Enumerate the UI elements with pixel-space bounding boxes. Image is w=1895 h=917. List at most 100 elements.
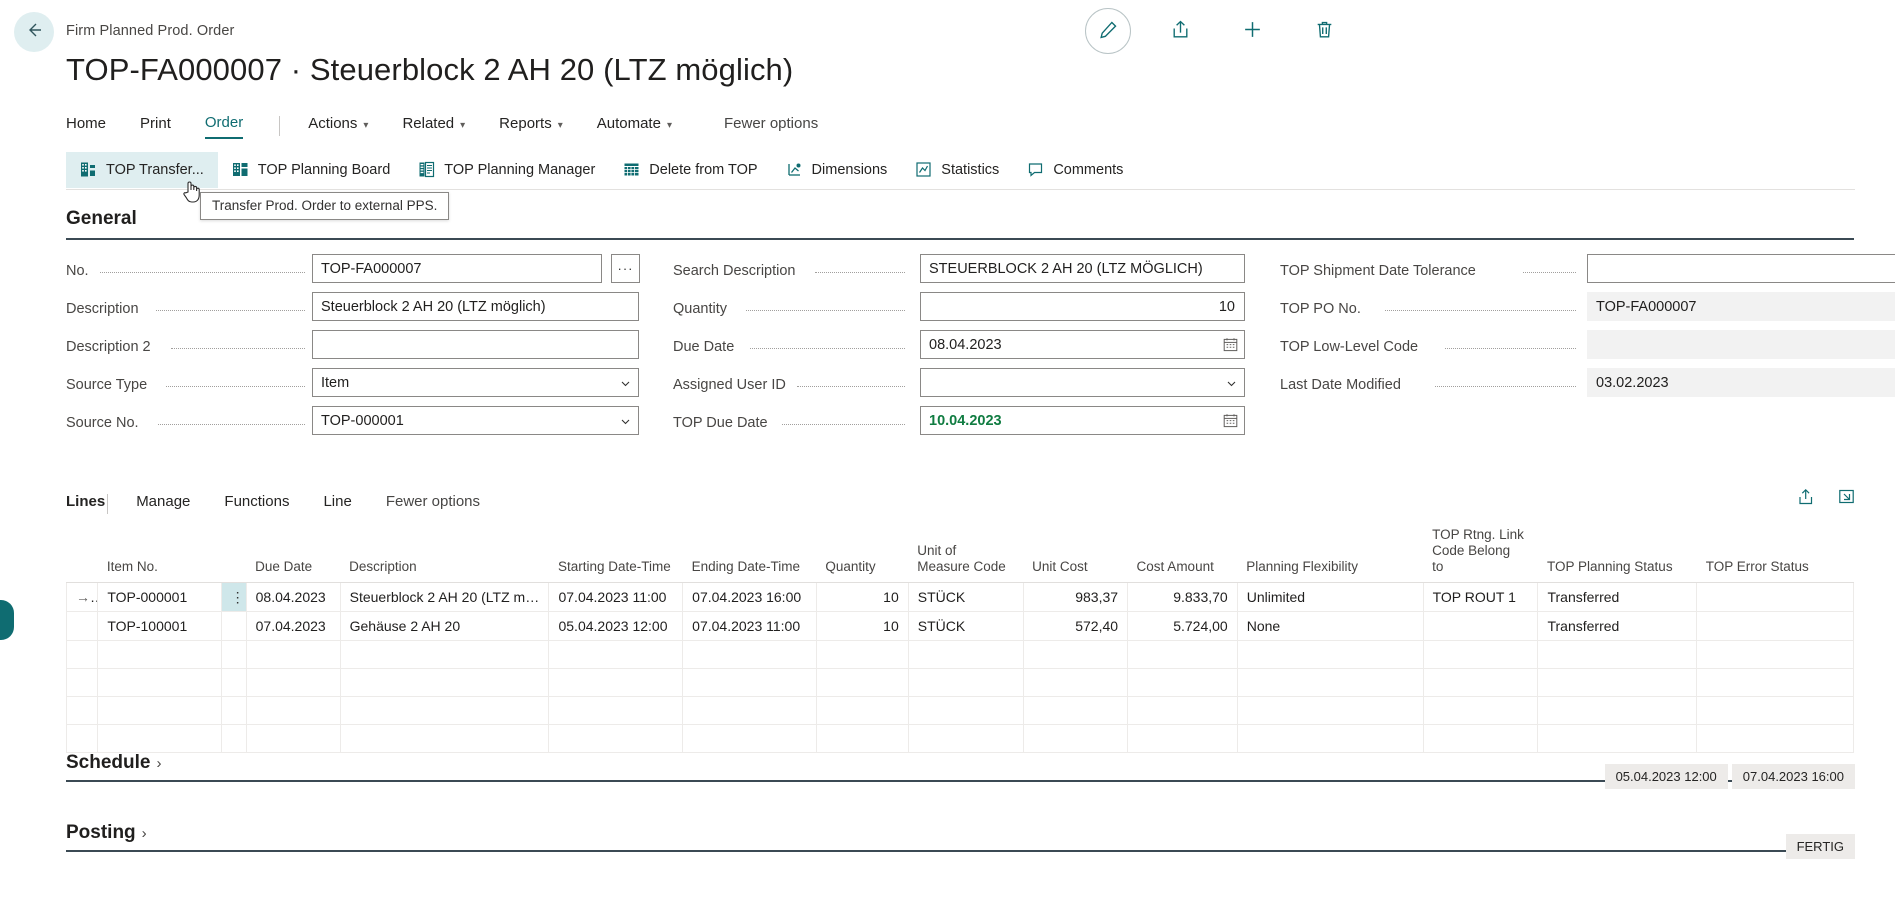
column-header-top-rtng-link-code[interactable]: TOP Rtng. Link Code Belong to: [1423, 520, 1538, 582]
cell-empty[interactable]: [816, 668, 908, 696]
cell-top-error-status[interactable]: [1697, 611, 1854, 640]
cell-planning-flexibility[interactable]: None: [1237, 611, 1423, 640]
table-row[interactable]: TOP-100001 07.04.2023 Gehäuse 2 AH 20 05…: [67, 611, 1854, 640]
cell-empty[interactable]: [908, 668, 1023, 696]
cell-cost-amount[interactable]: 5.724,00: [1128, 611, 1238, 640]
column-header-planning-flexibility[interactable]: Planning Flexibility: [1237, 520, 1423, 582]
cell-item-no[interactable]: TOP-100001: [98, 611, 221, 640]
calendar-icon[interactable]: [1223, 337, 1238, 352]
cell-empty[interactable]: [98, 724, 221, 752]
ribbon-top-planning-manager-button[interactable]: TOP Planning Manager: [404, 152, 609, 188]
share-button[interactable]: [1157, 8, 1203, 54]
column-header-quantity[interactable]: Quantity: [816, 520, 908, 582]
table-row-empty[interactable]: [67, 640, 1854, 668]
menu-item-home[interactable]: Home: [66, 115, 106, 138]
cell-empty[interactable]: [1697, 696, 1854, 724]
column-header-unit-of-measure-code[interactable]: Unit of Measure Code: [908, 520, 1023, 582]
table-row-empty[interactable]: [67, 724, 1854, 752]
cell-empty[interactable]: [683, 668, 817, 696]
assigned-user-id-select[interactable]: [920, 368, 1245, 397]
cell-empty[interactable]: [340, 724, 549, 752]
cell-unit-of-measure-code[interactable]: STÜCK: [908, 611, 1023, 640]
cell-empty[interactable]: [1538, 724, 1697, 752]
column-header-ending-date-time[interactable]: Ending Date-Time: [683, 520, 817, 582]
cell-top-rtng-link-code[interactable]: TOP ROUT 1: [1423, 582, 1538, 611]
cell-ending-date-time[interactable]: 07.04.2023 16:00: [683, 582, 817, 611]
lines-menu-manage[interactable]: Manage: [136, 493, 190, 516]
ribbon-statistics-button[interactable]: Statistics: [901, 152, 1013, 188]
cell-empty[interactable]: [683, 640, 817, 668]
menu-item-actions[interactable]: Actions▾: [308, 115, 368, 138]
cell-empty[interactable]: [1423, 696, 1538, 724]
row-menu-button[interactable]: [221, 640, 246, 668]
ribbon-comments-button[interactable]: Comments: [1013, 152, 1137, 188]
no-lookup-button[interactable]: ···: [611, 254, 640, 283]
posting-section-toggle[interactable]: Posting ›: [66, 822, 147, 844]
top-shipment-date-tolerance-input[interactable]: 0: [1587, 254, 1895, 283]
column-header-unit-cost[interactable]: Unit Cost: [1023, 520, 1127, 582]
row-menu-button[interactable]: [221, 668, 246, 696]
cell-unit-of-measure-code[interactable]: STÜCK: [908, 582, 1023, 611]
schedule-section-toggle[interactable]: Schedule ›: [66, 752, 161, 774]
cell-empty[interactable]: [549, 724, 683, 752]
menu-item-fewer-options[interactable]: Fewer options: [724, 115, 818, 138]
calendar-icon[interactable]: [1223, 413, 1238, 428]
cell-empty[interactable]: [1237, 668, 1423, 696]
open-in-excel-icon[interactable]: [1797, 488, 1814, 505]
row-menu-button[interactable]: [221, 696, 246, 724]
cell-empty[interactable]: [1237, 640, 1423, 668]
cell-empty[interactable]: [1023, 696, 1127, 724]
table-row-empty[interactable]: [67, 696, 1854, 724]
cell-empty[interactable]: [1128, 640, 1238, 668]
column-header-cost-amount[interactable]: Cost Amount: [1128, 520, 1238, 582]
lines-menu-line[interactable]: Line: [323, 493, 351, 516]
menu-item-automate[interactable]: Automate▾: [597, 115, 672, 138]
cell-empty[interactable]: [1237, 724, 1423, 752]
cell-empty[interactable]: [1128, 668, 1238, 696]
source-type-select[interactable]: Item: [312, 368, 639, 397]
cell-empty[interactable]: [549, 640, 683, 668]
description-input[interactable]: Steuerblock 2 AH 20 (LTZ möglich): [312, 292, 639, 321]
edit-button[interactable]: [1085, 8, 1131, 54]
cell-empty[interactable]: [246, 696, 340, 724]
breadcrumb[interactable]: Firm Planned Prod. Order: [66, 23, 234, 39]
factbox-peek-handle[interactable]: [0, 600, 14, 640]
cell-empty[interactable]: [340, 640, 549, 668]
menu-item-print[interactable]: Print: [140, 115, 171, 138]
cell-quantity[interactable]: 10: [816, 582, 908, 611]
menu-item-reports[interactable]: Reports▾: [499, 115, 563, 138]
row-menu-button[interactable]: [221, 724, 246, 752]
ribbon-delete-from-top-button[interactable]: Delete from TOP: [609, 152, 771, 188]
cell-ending-date-time[interactable]: 07.04.2023 11:00: [683, 611, 817, 640]
cell-starting-date-time[interactable]: 05.04.2023 12:00: [549, 611, 683, 640]
description-2-input[interactable]: [312, 330, 639, 359]
no-input[interactable]: TOP-FA000007: [312, 254, 602, 283]
cell-empty[interactable]: [98, 640, 221, 668]
column-header-description[interactable]: Description: [340, 520, 549, 582]
cell-empty[interactable]: [246, 640, 340, 668]
cell-empty[interactable]: [340, 696, 549, 724]
cell-top-planning-status[interactable]: Transferred: [1538, 582, 1697, 611]
search-description-input[interactable]: STEUERBLOCK 2 AH 20 (LTZ MÖGLICH): [920, 254, 1245, 283]
delete-button[interactable]: [1301, 8, 1347, 54]
cell-description[interactable]: Gehäuse 2 AH 20: [340, 611, 549, 640]
due-date-input[interactable]: 08.04.2023: [920, 330, 1245, 359]
cell-empty[interactable]: [1423, 640, 1538, 668]
cell-empty[interactable]: [246, 724, 340, 752]
cell-empty[interactable]: [683, 696, 817, 724]
cell-empty[interactable]: [1538, 668, 1697, 696]
cell-empty[interactable]: [908, 640, 1023, 668]
cell-due-date[interactable]: 07.04.2023: [246, 611, 340, 640]
ribbon-dimensions-button[interactable]: Dimensions: [772, 152, 902, 188]
cell-empty[interactable]: [816, 640, 908, 668]
column-header-item-no[interactable]: Item No.: [98, 520, 221, 582]
quantity-input[interactable]: 10: [920, 292, 1245, 321]
ribbon-top-planning-board-button[interactable]: TOP Planning Board: [218, 152, 404, 188]
cell-empty[interactable]: [1423, 668, 1538, 696]
row-menu-button[interactable]: [221, 611, 246, 640]
cell-empty[interactable]: [549, 668, 683, 696]
cell-empty[interactable]: [98, 696, 221, 724]
column-header-due-date[interactable]: Due Date: [246, 520, 340, 582]
cell-cost-amount[interactable]: 9.833,70: [1128, 582, 1238, 611]
menu-item-order[interactable]: Order: [205, 114, 243, 139]
